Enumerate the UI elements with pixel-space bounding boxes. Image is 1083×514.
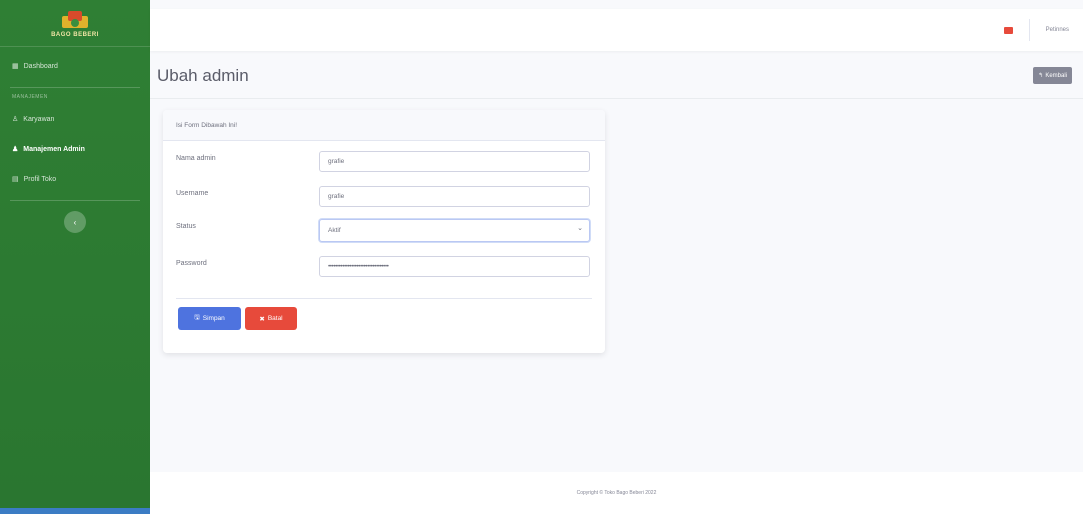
- page-title: Ubah admin: [157, 66, 249, 85]
- password-input[interactable]: ••••••••••••••••••••••••••••••••••: [319, 256, 590, 277]
- sidebar-item-dashboard[interactable]: ▦ Dashboard: [0, 51, 150, 81]
- save-button[interactable]: 🖫 Simpan: [178, 307, 241, 330]
- sidebar-item-label: Karyawan: [23, 115, 55, 123]
- username-input[interactable]: grafie: [319, 186, 590, 207]
- sidebar-item-label: Profil Toko: [23, 175, 57, 183]
- edit-admin-card: Isi Form Dibawah Ini! Nama admin grafie …: [163, 110, 605, 353]
- sidebar-heading: MANAJEMEN: [12, 94, 48, 100]
- username-label: Username: [176, 190, 209, 197]
- sidebar-item-manajemen-admin[interactable]: ♟ Manajemen Admin: [0, 134, 150, 164]
- user-icon: ♙: [12, 116, 19, 123]
- flag-icon[interactable]: [1003, 26, 1013, 34]
- form-row-username: Username grafie: [163, 186, 605, 209]
- title-divider: [150, 98, 1083, 99]
- copyright-text: Copyright © Toko Bago Beberi 2022: [576, 490, 657, 496]
- nama-admin-label: Nama admin: [176, 155, 216, 162]
- topbar-divider: [1028, 19, 1030, 41]
- logo-icon: [57, 8, 93, 30]
- status-label: Status: [176, 223, 196, 230]
- sidebar-item-label: Manajemen Admin: [23, 145, 85, 153]
- sidebar-divider: [10, 200, 140, 201]
- form-row-password: Password •••••••••••••••••••••••••••••••…: [163, 256, 605, 279]
- sidebar-item-profil-toko[interactable]: ▤ Profil Toko: [0, 164, 150, 194]
- back-button-label: Kembali: [1045, 72, 1067, 79]
- password-label: Password: [176, 260, 207, 267]
- cancel-button[interactable]: ✖ Batal: [245, 307, 297, 330]
- reply-icon: ↰: [1038, 73, 1044, 79]
- back-button[interactable]: ↰ Kembali: [1033, 67, 1072, 84]
- form-divider: [176, 298, 592, 299]
- status-select[interactable]: Aktif ⌄: [319, 219, 590, 242]
- save-button-label: Simpan: [202, 315, 225, 322]
- sidebar-item-label: Dashboard: [23, 62, 58, 70]
- sidebar-divider: [10, 87, 140, 88]
- cancel-button-label: Batal: [267, 315, 283, 322]
- user-dropdown[interactable]: Petinnes: [1046, 27, 1069, 33]
- close-icon: ✖: [259, 315, 265, 323]
- footer: Copyright © Toko Bago Beberi 2022: [150, 472, 1083, 514]
- brand-text: BAGO BEBERI: [51, 32, 99, 38]
- status-selected-value: Aktif: [328, 227, 341, 234]
- dashboard-icon: ▦: [12, 63, 19, 70]
- users-cog-icon: ♟: [12, 146, 19, 153]
- store-icon: ▤: [12, 176, 19, 183]
- card-header: Isi Form Dibawah Ini!: [163, 110, 605, 141]
- sidebar-toggle-button[interactable]: ‹: [64, 211, 86, 233]
- sidebar: BAGO BEBERI ▦ Dashboard MANAJEMEN ♙ Kary…: [0, 0, 150, 514]
- chevron-left-icon: ‹: [73, 217, 77, 227]
- chevron-down-icon: ⌄: [577, 225, 583, 232]
- sidebar-item-karyawan[interactable]: ♙ Karyawan: [0, 104, 150, 134]
- form-row-status: Status Aktif ⌄: [163, 219, 605, 242]
- form-row-nama-admin: Nama admin grafie: [163, 151, 605, 174]
- brand[interactable]: BAGO BEBERI: [0, 0, 150, 47]
- nama-admin-input[interactable]: grafie: [319, 151, 590, 172]
- save-icon: 🖫: [194, 314, 200, 321]
- topbar: Petinnes: [150, 9, 1083, 51]
